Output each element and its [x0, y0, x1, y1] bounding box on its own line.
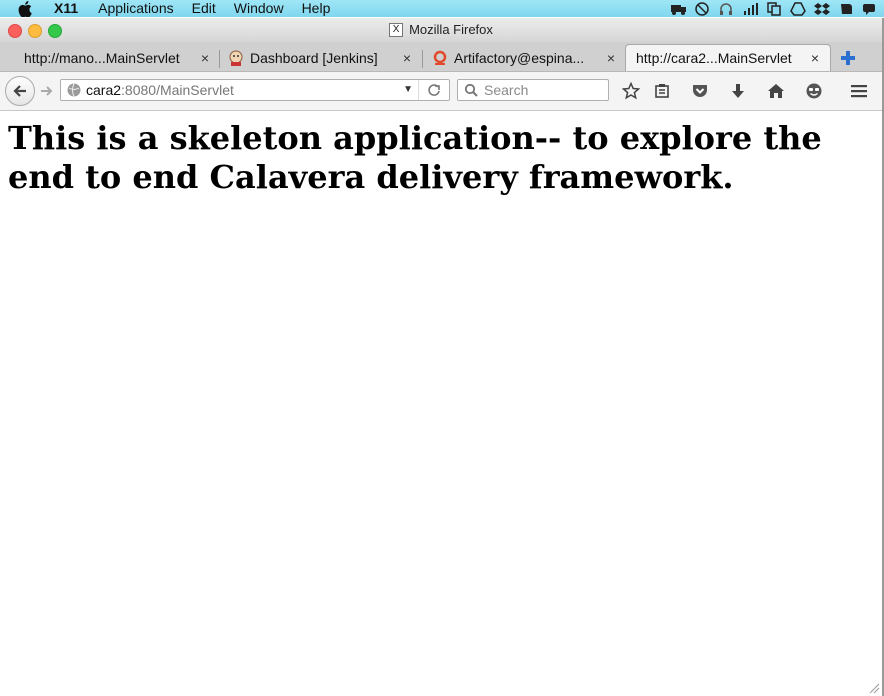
page-content: This is a skeleton application-- to expl…: [0, 111, 882, 696]
wifi-bars-icon[interactable]: [742, 2, 758, 16]
chat-icon[interactable]: [862, 2, 878, 16]
menu-window[interactable]: Window: [234, 0, 284, 17]
status-menu-area: [670, 0, 884, 17]
x11-icon: X: [389, 22, 404, 37]
headphones-icon[interactable]: [718, 2, 734, 16]
evernote-icon[interactable]: [838, 2, 854, 16]
window-title: X Mozilla Firefox: [0, 22, 882, 37]
artifactory-icon: [432, 50, 448, 66]
plus-icon: [841, 51, 855, 65]
tab-jenkins-dashboard[interactable]: Dashboard [Jenkins] ×: [218, 44, 422, 71]
apple-icon[interactable]: [18, 0, 38, 17]
new-tab-button[interactable]: [836, 47, 860, 69]
url-host: cara2: [86, 82, 122, 98]
menu-help[interactable]: Help: [302, 0, 331, 17]
back-arrow-icon: [13, 85, 26, 97]
tab-strip: http://mano...MainServlet × Dashboard [J…: [0, 42, 882, 72]
menu-app-name[interactable]: X11: [54, 0, 78, 17]
dropbox-icon[interactable]: [814, 2, 830, 16]
reload-icon: [428, 84, 440, 96]
mac-menubar: X11 Applications Edit Window Help: [0, 0, 884, 17]
menu-edit[interactable]: Edit: [192, 0, 216, 17]
search-input[interactable]: Search: [457, 79, 609, 101]
tab-mano-mainservlet[interactable]: http://mano...MainServlet ×: [14, 44, 220, 71]
back-button[interactable]: [5, 76, 35, 106]
home-icon[interactable]: [766, 81, 786, 101]
tab-label: Artifactory@espina...: [454, 49, 585, 66]
drive-icon[interactable]: [790, 1, 806, 16]
globe-icon[interactable]: [66, 82, 82, 98]
search-placeholder: Search: [484, 82, 529, 98]
no-entry-icon[interactable]: [694, 1, 710, 16]
window-titlebar[interactable]: X Mozilla Firefox: [0, 18, 882, 42]
nav-toolbar: cara2:8080/MainServlet ▼ Search: [0, 72, 882, 111]
resize-grip-icon[interactable]: [868, 682, 880, 694]
url-bar[interactable]: cara2:8080/MainServlet ▼: [60, 79, 450, 101]
reading-list-icon[interactable]: [652, 81, 672, 101]
forward-button[interactable]: [37, 82, 57, 100]
tab-label: Dashboard [Jenkins]: [250, 49, 378, 66]
tab-close-icon[interactable]: ×: [604, 50, 618, 66]
url-dropdown-icon[interactable]: ▼: [403, 84, 413, 95]
copy-icon[interactable]: [766, 1, 782, 16]
tab-artifactory[interactable]: Artifactory@espina... ×: [422, 44, 626, 71]
tab-label: http://cara2...MainServlet: [636, 50, 792, 66]
forward-arrow-icon: [41, 86, 53, 96]
jenkins-icon: [228, 50, 244, 66]
menu-applications[interactable]: Applications: [98, 0, 174, 17]
tab-close-icon[interactable]: ×: [198, 50, 212, 66]
smiley-icon[interactable]: [804, 81, 824, 101]
page-heading: This is a skeleton application-- to expl…: [8, 119, 822, 196]
tab-label: http://mano...MainServlet: [24, 49, 180, 66]
pocket-icon[interactable]: [690, 81, 710, 101]
search-icon: [464, 83, 478, 97]
url-path: :8080/MainServlet: [121, 82, 234, 98]
hamburger-menu-icon[interactable]: [849, 81, 869, 101]
tab-close-icon[interactable]: ×: [400, 50, 414, 66]
window-title-text: Mozilla Firefox: [409, 22, 493, 37]
reload-button[interactable]: [418, 80, 449, 100]
tab-close-icon[interactable]: ×: [808, 50, 822, 66]
truck-icon[interactable]: [670, 2, 686, 16]
download-icon[interactable]: [728, 81, 748, 101]
bookmark-star-icon[interactable]: [621, 81, 641, 101]
tab-cara2-mainservlet[interactable]: http://cara2...MainServlet ×: [625, 44, 831, 71]
